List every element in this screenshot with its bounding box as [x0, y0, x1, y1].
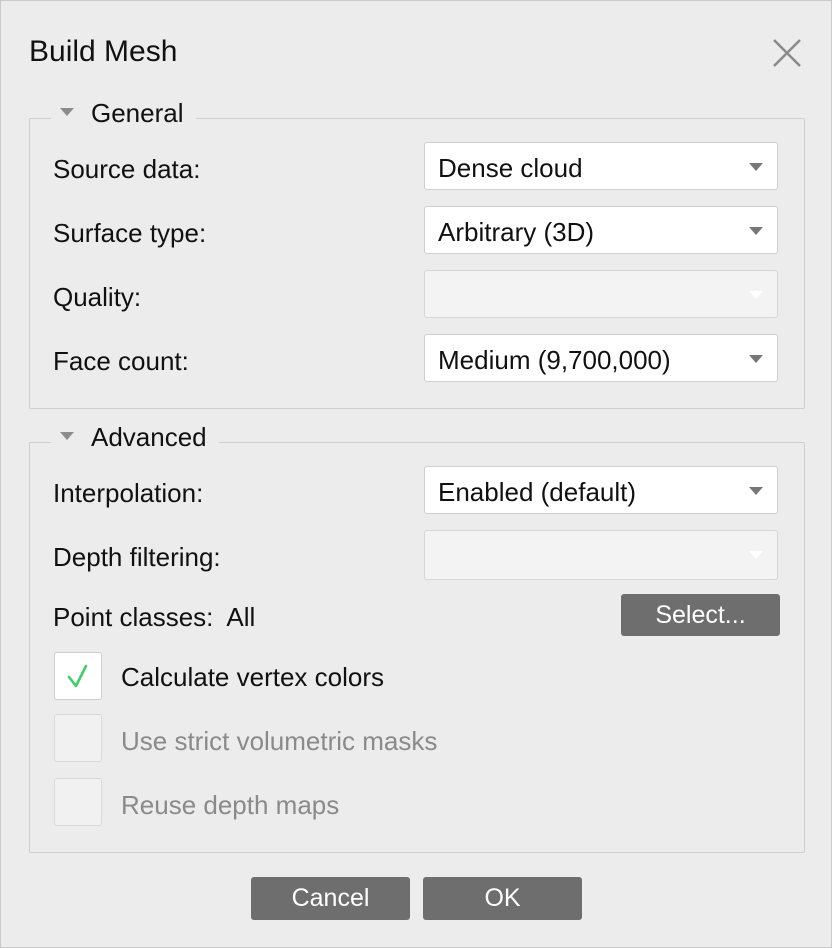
- chevron-down-icon: [749, 355, 763, 363]
- triangle-down-icon: [57, 430, 77, 444]
- point-classes-label: Point classes:: [53, 602, 214, 632]
- chevron-down-icon: [749, 163, 763, 171]
- source-data-label: Source data:: [53, 154, 201, 184]
- general-group-label: General: [91, 97, 184, 128]
- advanced-group-header[interactable]: Advanced: [51, 421, 219, 453]
- source-data-dropdown[interactable]: Dense cloud: [424, 142, 778, 190]
- depth-filtering-label: Depth filtering:: [53, 542, 221, 572]
- strict-volumetric-masks-label: Use strict volumetric masks: [121, 726, 438, 756]
- checkmark-icon: [67, 664, 88, 688]
- surface-type-dropdown[interactable]: Arbitrary (3D): [424, 206, 778, 254]
- chevron-down-icon: [749, 487, 763, 495]
- reuse-depth-maps-checkbox: [54, 778, 102, 826]
- face-count-dropdown[interactable]: Medium (9,700,000): [424, 334, 778, 382]
- interpolation-dropdown[interactable]: Enabled (default): [424, 466, 778, 514]
- chevron-down-icon: [749, 291, 763, 299]
- point-classes-value: All: [226, 602, 256, 632]
- general-group-header[interactable]: General: [51, 97, 196, 129]
- dialog-title: Build Mesh: [29, 35, 178, 68]
- chevron-down-icon: [749, 551, 763, 559]
- depth-filtering-dropdown: [424, 530, 778, 580]
- close-icon[interactable]: [769, 35, 805, 71]
- surface-type-value: Arbitrary (3D): [438, 217, 595, 247]
- surface-type-label: Surface type:: [53, 218, 207, 248]
- point-classes-row: Point classes: All: [53, 602, 255, 633]
- quality-label: Quality:: [53, 282, 142, 312]
- interpolation-label: Interpolation:: [53, 478, 204, 508]
- calculate-vertex-colors-label: Calculate vertex colors: [121, 662, 384, 692]
- advanced-group-label: Advanced: [91, 421, 207, 452]
- reuse-depth-maps-label: Reuse depth maps: [121, 790, 340, 820]
- triangle-down-icon: [57, 106, 77, 120]
- cancel-button[interactable]: Cancel: [251, 877, 410, 920]
- select-point-classes-button[interactable]: Select...: [621, 594, 780, 636]
- interpolation-value: Enabled (default): [438, 477, 637, 507]
- chevron-down-icon: [749, 227, 763, 235]
- face-count-value: Medium (9,700,000): [438, 345, 671, 375]
- face-count-label: Face count:: [53, 346, 189, 376]
- ok-button[interactable]: OK: [423, 877, 582, 920]
- quality-dropdown: [424, 270, 778, 318]
- strict-volumetric-masks-checkbox: [54, 714, 102, 762]
- source-data-value: Dense cloud: [438, 153, 583, 183]
- calculate-vertex-colors-checkbox[interactable]: [54, 652, 102, 700]
- build-mesh-dialog: Build Mesh General Source data: Dense cl…: [0, 0, 832, 948]
